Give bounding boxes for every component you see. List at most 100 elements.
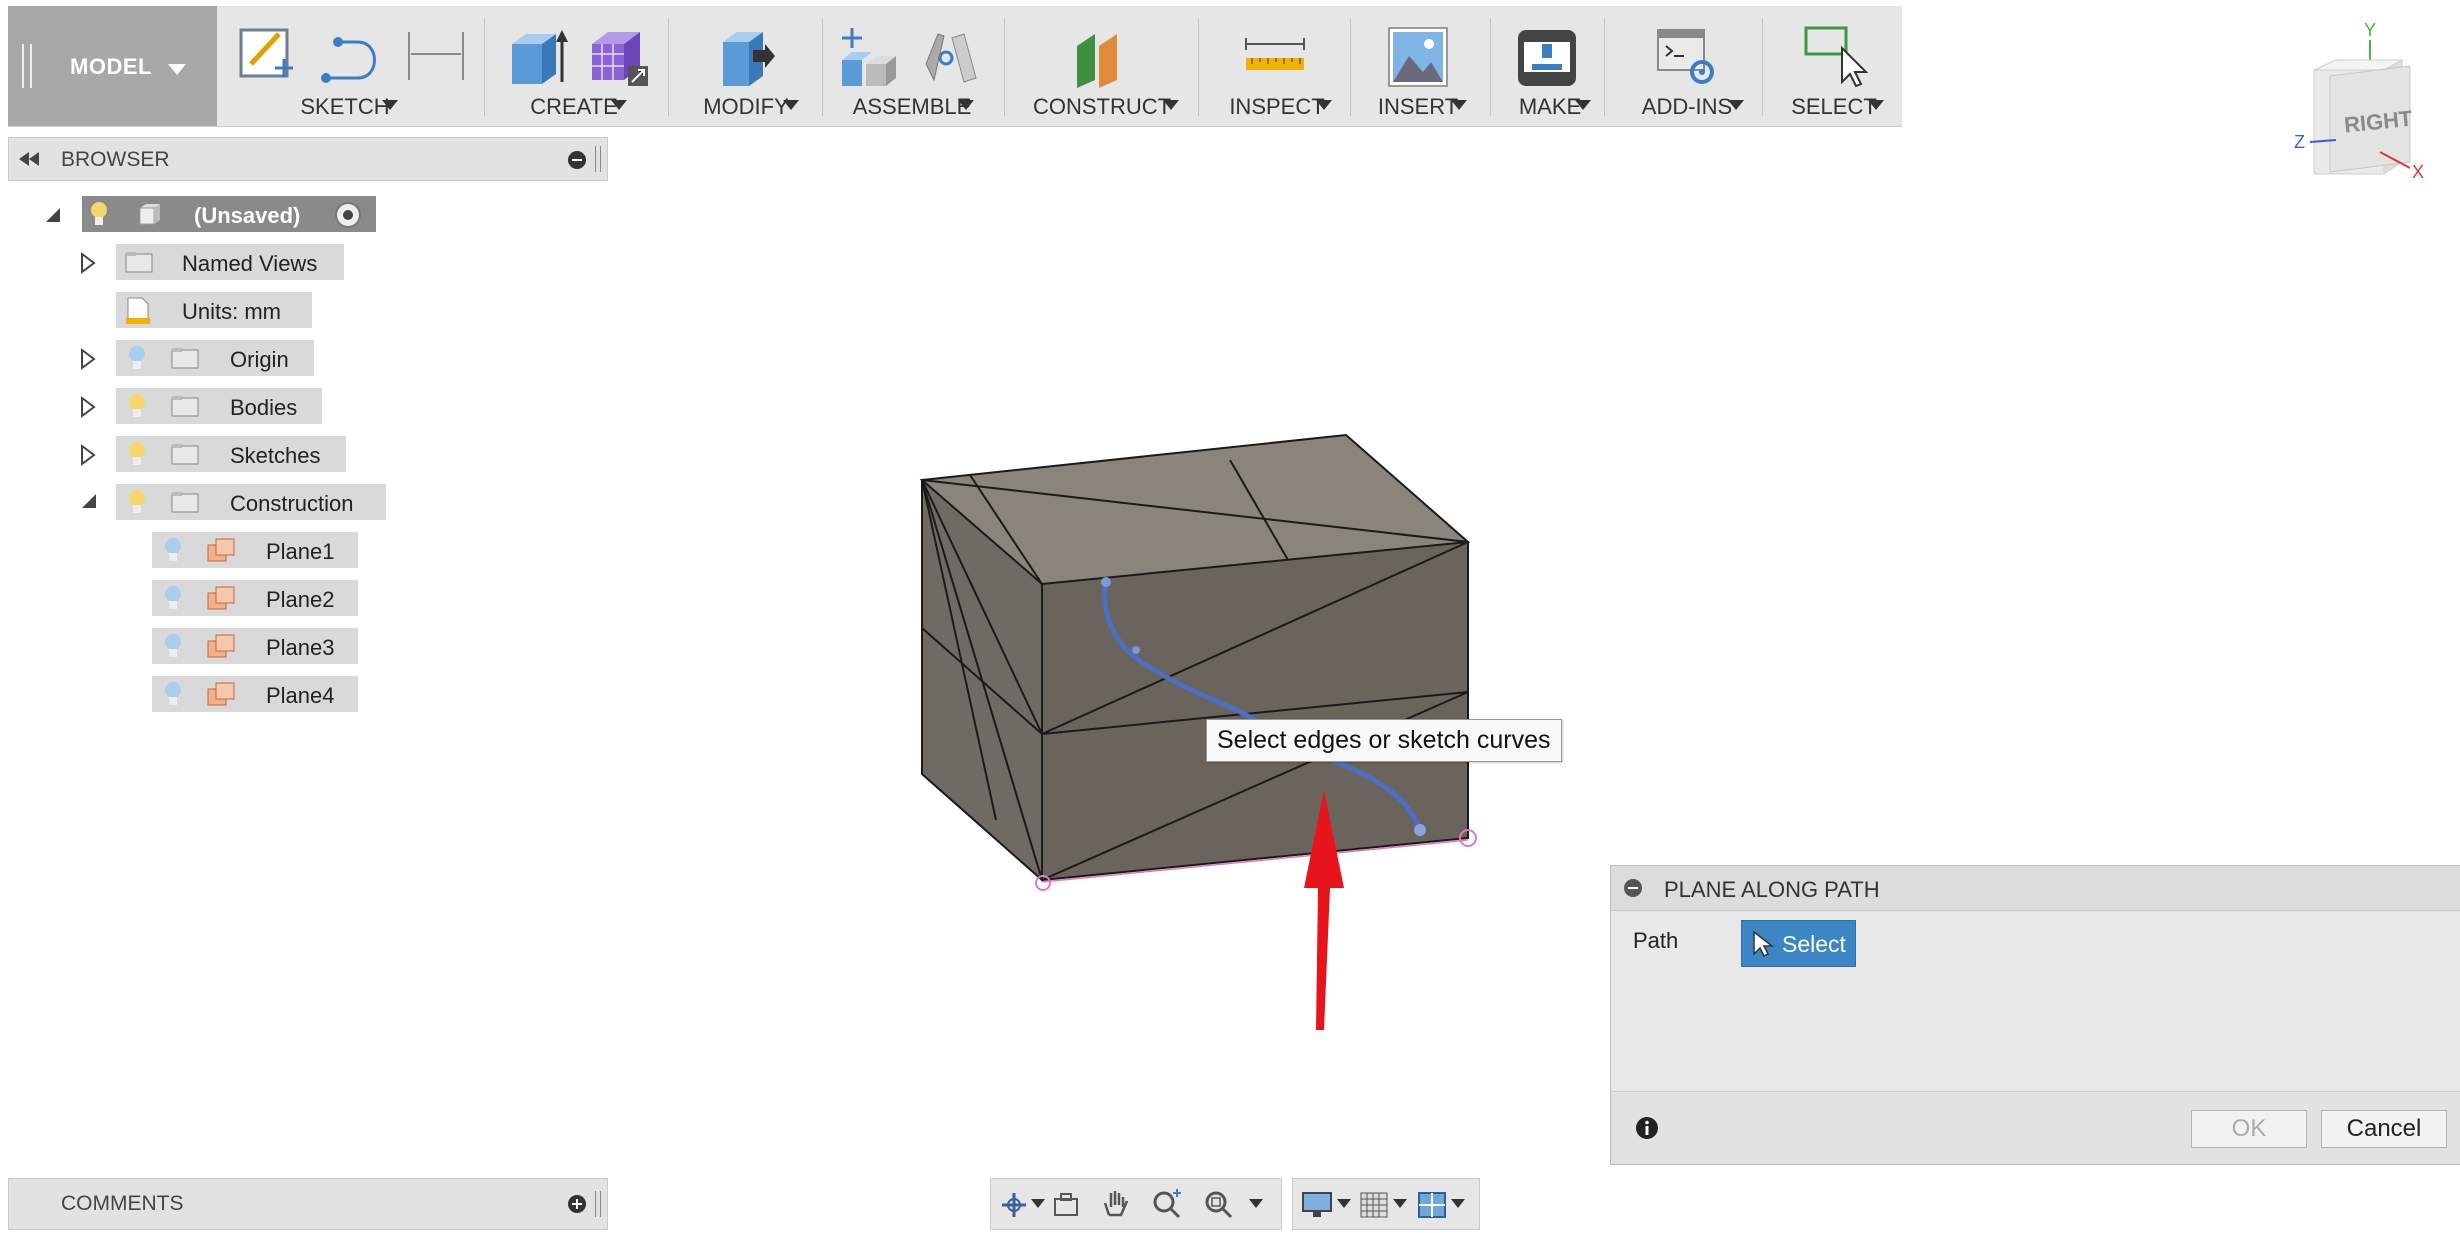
bodies-label: Bodies — [230, 395, 298, 420]
viewcube[interactable]: RIGHT Y Z X — [2280, 22, 2450, 192]
select-label: Select — [1782, 931, 1846, 957]
plane-along-path-dialog: PLANE ALONG PATH Path Select OK Cancel — [1610, 865, 2460, 1165]
chevron-down-icon[interactable] — [1393, 1199, 1407, 1209]
expand-triangle-icon[interactable] — [80, 396, 96, 418]
dialog-header[interactable]: PLANE ALONG PATH — [1611, 866, 2460, 911]
root-label: (Unsaved) — [194, 203, 301, 228]
collapse-triangle-icon[interactable] — [44, 206, 62, 224]
collapse-dialog-icon[interactable] — [1623, 878, 1643, 898]
plane2-label: Plane2 — [266, 587, 335, 612]
collapse-triangle-icon[interactable] — [80, 492, 98, 510]
press-pull-icon[interactable] — [713, 24, 777, 90]
browser-item-plane3[interactable]: Plane3 — [152, 628, 358, 664]
browser-title: BROWSER — [61, 148, 170, 171]
pan-hand-icon[interactable] — [1101, 1189, 1131, 1219]
dimension-icon[interactable] — [405, 24, 467, 86]
chevron-down-icon[interactable] — [1337, 1199, 1351, 1209]
browser-item-units[interactable]: Units: mm — [116, 292, 312, 328]
chevron-down-icon — [1868, 100, 1884, 110]
browser-item-plane2[interactable]: Plane2 — [152, 580, 358, 616]
chevron-down-icon[interactable] — [1451, 1199, 1465, 1209]
zoom-icon[interactable] — [1151, 1189, 1183, 1221]
scripts-addins-icon[interactable] — [1654, 24, 1720, 90]
form-icon[interactable] — [586, 24, 652, 90]
look-at-icon[interactable] — [1051, 1191, 1081, 1219]
measure-icon[interactable] — [1240, 24, 1310, 90]
toolbar-group-create[interactable]: CREATE — [494, 6, 654, 126]
construction-label: Construction — [230, 491, 354, 516]
workspace-label: MODEL — [70, 54, 152, 79]
lightbulb-icon[interactable] — [162, 536, 184, 564]
browser-item-construction[interactable]: Construction — [116, 484, 386, 520]
lightbulb-icon[interactable] — [126, 440, 148, 468]
lightbulb-icon[interactable] — [126, 392, 148, 420]
cancel-button[interactable]: Cancel — [2321, 1110, 2447, 1148]
panel-grip[interactable] — [595, 1191, 601, 1217]
comments-panel[interactable]: COMMENTS — [8, 1178, 608, 1230]
expand-triangle-icon[interactable] — [80, 444, 96, 466]
document-icon — [139, 204, 160, 225]
lightbulb-icon[interactable] — [162, 632, 184, 660]
create-sketch-icon[interactable] — [237, 24, 297, 86]
folder-icon — [171, 444, 199, 465]
chevron-down-icon — [611, 100, 627, 110]
lightbulb-icon[interactable] — [126, 344, 148, 372]
add-comment-icon[interactable] — [567, 1194, 587, 1214]
chevron-down-icon[interactable] — [1249, 1199, 1263, 1209]
minimize-icon[interactable] — [567, 150, 587, 170]
path-select-button[interactable]: Select — [1741, 920, 1856, 967]
chevron-down-icon — [1575, 100, 1591, 110]
expand-triangle-icon[interactable] — [80, 348, 96, 370]
grid-icon[interactable] — [1359, 1191, 1389, 1219]
units-document-icon — [126, 297, 150, 324]
chevron-down-icon[interactable] — [1031, 1199, 1045, 1209]
offset-plane-icon[interactable] — [1069, 24, 1135, 90]
spline-icon[interactable] — [318, 24, 384, 86]
browser-item-bodies[interactable]: Bodies — [116, 388, 322, 424]
lightbulb-icon[interactable] — [162, 680, 184, 708]
plane-icon — [207, 538, 235, 562]
display-settings-icon[interactable] — [1301, 1191, 1333, 1219]
info-icon[interactable] — [1635, 1116, 1659, 1140]
toolbar-grip[interactable] — [22, 44, 32, 88]
browser-root-node[interactable]: (Unsaved) — [82, 196, 376, 232]
insert-image-icon[interactable] — [1387, 24, 1449, 90]
browser-panel-header[interactable]: BROWSER — [8, 137, 608, 181]
3d-print-icon[interactable] — [1514, 24, 1580, 90]
chevron-down-icon — [1451, 100, 1467, 110]
workspace-switcher-model[interactable]: MODEL — [8, 6, 217, 126]
new-component-icon[interactable] — [836, 24, 902, 90]
lightbulb-icon[interactable] — [162, 584, 184, 612]
activate-radio-icon[interactable] — [334, 201, 362, 229]
toolbar-divider — [1350, 18, 1351, 116]
lightbulb-icon[interactable] — [88, 200, 110, 228]
browser-item-plane1[interactable]: Plane1 — [152, 532, 358, 568]
chevron-down-icon — [1316, 100, 1332, 110]
browser-item-named-views[interactable]: Named Views — [116, 244, 344, 280]
curve-point[interactable] — [1101, 577, 1111, 587]
curve-point[interactable] — [1414, 824, 1426, 836]
toolbar-group-sketch[interactable]: SKETCH — [225, 6, 465, 126]
nav-tools-group — [990, 1178, 1282, 1230]
orbit-icon[interactable] — [999, 1191, 1029, 1219]
browser-item-origin[interactable]: Origin — [116, 340, 314, 376]
lightbulb-icon[interactable] — [126, 488, 148, 516]
expand-triangle-icon[interactable] — [80, 252, 96, 274]
collapse-panel-icon[interactable] — [19, 152, 41, 166]
plane3-label: Plane3 — [266, 635, 335, 660]
chevron-down-icon — [783, 100, 799, 110]
browser-item-sketches[interactable]: Sketches — [116, 436, 346, 472]
plane4-label: Plane4 — [266, 683, 335, 708]
toolbar-divider — [668, 18, 669, 116]
extrude-icon[interactable] — [506, 24, 570, 90]
window-select-icon[interactable] — [1802, 24, 1868, 90]
browser-item-plane4[interactable]: Plane4 — [152, 676, 358, 712]
ok-button[interactable]: OK — [2191, 1110, 2307, 1148]
viewports-icon[interactable] — [1417, 1191, 1447, 1219]
curve-point[interactable] — [1132, 646, 1140, 654]
fit-view-icon[interactable] — [1203, 1189, 1235, 1221]
plane1-label: Plane1 — [266, 539, 335, 564]
joint-icon[interactable] — [918, 24, 984, 90]
panel-grip[interactable] — [595, 146, 601, 172]
folder-icon — [171, 492, 199, 513]
